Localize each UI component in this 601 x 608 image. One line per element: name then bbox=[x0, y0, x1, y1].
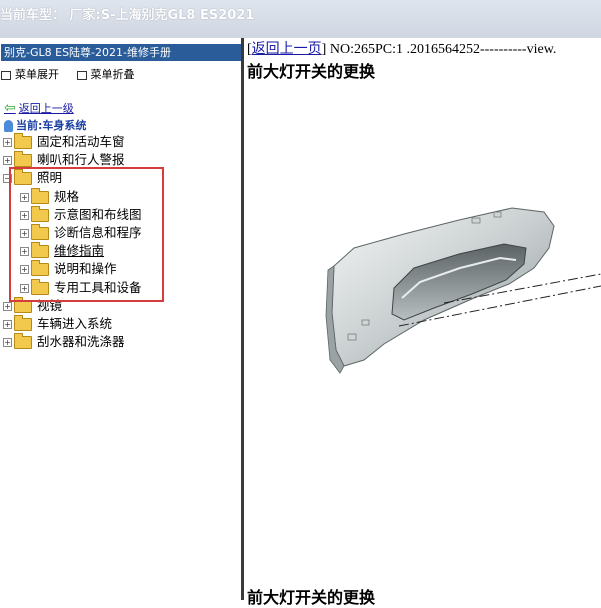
folder-icon bbox=[14, 133, 32, 149]
expand-node-icon[interactable]: + bbox=[3, 320, 12, 329]
collapse-menu-button[interactable]: 菜单折叠 bbox=[76, 68, 135, 81]
content-pane: [返回上一页] NO:265PC:1 .2016564252----------… bbox=[244, 38, 601, 607]
back-arrow-icon: ⇦ bbox=[4, 100, 16, 116]
folder-icon bbox=[14, 315, 32, 331]
expand-node-icon[interactable]: + bbox=[3, 338, 12, 347]
highlight-box bbox=[9, 167, 164, 302]
tree-node[interactable]: + 车辆进入系统 bbox=[3, 315, 112, 333]
page-title-repeat: 前大灯开关的更换 bbox=[247, 588, 376, 607]
folder-icon bbox=[14, 333, 32, 349]
document-info: NO:265PC:1 .2016564252----------view. bbox=[326, 42, 557, 57]
menu-operations: 菜单展开 菜单折叠 bbox=[1, 66, 149, 82]
back-page-link[interactable]: 返回上一页 bbox=[252, 42, 322, 57]
tree-node-label: 刮水器和洗涤器 bbox=[37, 334, 125, 349]
collapse-icon bbox=[76, 70, 87, 80]
tree-node-label: 喇叭和行人警报 bbox=[37, 152, 125, 167]
expand-menu-button[interactable]: 菜单展开 bbox=[1, 68, 63, 81]
tree-node[interactable]: + 固定和活动车窗 bbox=[3, 133, 125, 151]
headlamp-switch-figure bbox=[244, 98, 601, 578]
folder-icon bbox=[14, 151, 32, 167]
title-bar: 当前车型： 厂家:S-上海别克GL8 ES2021 bbox=[0, 0, 601, 39]
page-title: 前大灯开关的更换 bbox=[247, 62, 376, 81]
expand-node-icon[interactable]: + bbox=[3, 302, 12, 311]
manual-title-bar: 别克-GL8 ES陆尊-2021-维修手册 bbox=[1, 44, 243, 61]
document-nav-line: [返回上一页] NO:265PC:1 .2016564252----------… bbox=[247, 42, 557, 57]
expand-node-icon[interactable]: + bbox=[3, 156, 12, 165]
expand-node-icon[interactable]: + bbox=[3, 138, 12, 147]
tree-node-label: 固定和活动车窗 bbox=[37, 134, 125, 149]
tree-node[interactable]: + 刮水器和洗涤器 bbox=[3, 333, 125, 351]
tree-node-label: 车辆进入系统 bbox=[37, 316, 113, 331]
back-up-link[interactable]: ⇦ 返回上一级 bbox=[4, 100, 74, 116]
expand-icon bbox=[1, 70, 11, 80]
location-icon bbox=[4, 120, 13, 132]
switch-illustration bbox=[325, 207, 601, 374]
current-location: 当前:车身系统 bbox=[4, 117, 86, 133]
vehicle-model-title: 当前车型： 厂家:S-上海别克GL8 ES2021 bbox=[0, 8, 255, 23]
